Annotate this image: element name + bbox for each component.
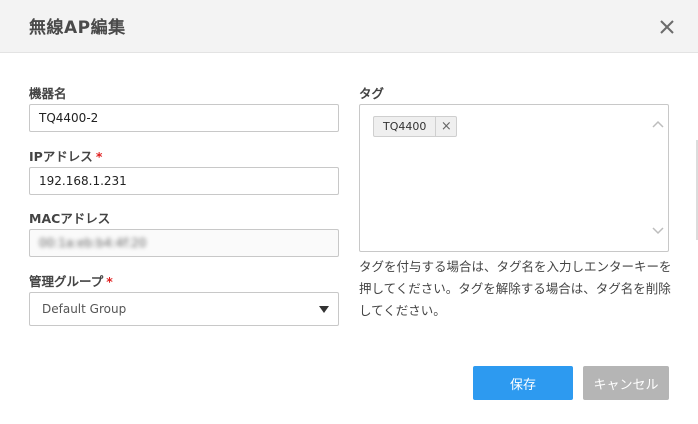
ip-address-label-text: IPアドレス: [29, 149, 93, 164]
required-mark: *: [95, 149, 103, 164]
tags-label: タグ: [359, 83, 384, 102]
mac-address-input: 00:1a:eb:b4:4f:20: [29, 229, 339, 257]
dialog-title: 無線AP編集: [29, 18, 126, 38]
tags-input[interactable]: TQ4400 ×: [359, 104, 669, 252]
device-name-label-text: 機器名: [29, 86, 67, 101]
management-group-label-text: 管理グループ: [29, 274, 104, 289]
mac-address-label-text: MACアドレス: [29, 211, 111, 226]
save-button[interactable]: 保存: [473, 366, 573, 400]
management-group-label: 管理グループ *: [29, 271, 113, 290]
ip-address-value: 192.168.1.231: [39, 174, 127, 188]
device-name-label: 機器名: [29, 83, 67, 102]
close-icon[interactable]: [658, 18, 676, 36]
mac-address-value: 00:1a:eb:b4:4f:20: [39, 236, 147, 250]
scroll-down-icon[interactable]: [652, 224, 664, 236]
scroll-up-icon[interactable]: [652, 119, 664, 131]
ip-address-label: IPアドレス *: [29, 146, 102, 165]
mac-address-label: MACアドレス: [29, 208, 110, 227]
chevron-down-icon: [319, 306, 329, 313]
ip-address-input[interactable]: 192.168.1.231: [29, 167, 339, 195]
tag-chip-label: TQ4400: [383, 120, 427, 133]
tags-label-text: タグ: [359, 86, 385, 101]
dialog-header: 無線AP編集: [0, 0, 698, 53]
required-mark: *: [106, 274, 113, 289]
tag-remove-icon[interactable]: ×: [435, 117, 456, 136]
tags-help-text: タグを付与する場合は、タグ名を入力しエンターキーを押してください。タグを解除する…: [359, 259, 672, 318]
cancel-button[interactable]: キャンセル: [583, 366, 669, 400]
management-group-value: Default Group: [42, 302, 127, 316]
device-name-value: TQ4400-2: [39, 111, 99, 125]
tag-chip: TQ4400 ×: [373, 116, 458, 137]
device-name-input[interactable]: TQ4400-2: [29, 104, 339, 132]
management-group-select[interactable]: Default Group: [29, 292, 339, 326]
